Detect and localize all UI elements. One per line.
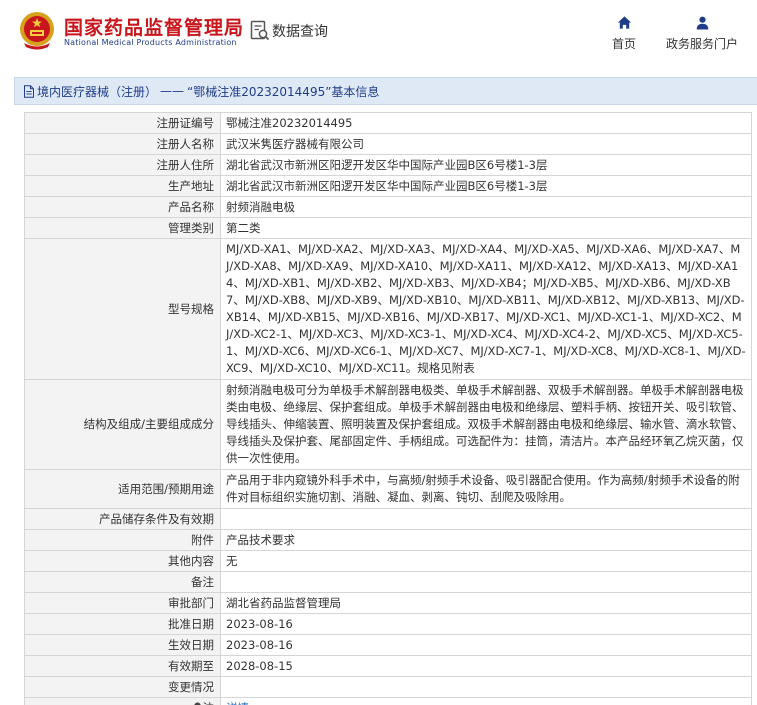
field-value [220,508,752,530]
field-value: 2023-08-16 [220,634,752,656]
field-value: 详情 [220,697,752,705]
field-value: 第二类 [220,217,752,239]
field-label: 审批部门 [24,592,221,614]
table-row: 批准日期 2023-08-16 [24,613,752,635]
table-row: 备注 [24,571,752,593]
site-header: 国家药品监督管理局 National Medical Products Admi… [0,0,757,70]
note-label: 注 [203,701,215,705]
table-row: 审批部门 湖北省药品监督管理局 [24,592,752,614]
field-value: 产品技术要求 [220,529,752,551]
field-label: 变更情况 [24,676,221,698]
table-row: 注册人名称 武汉米隽医疗器械有限公司 [24,133,752,155]
table-row: 适用范围/预期用途 产品用于非内窥镜外科手术中，与高频/射频手术设备、吸引器配合… [24,469,752,509]
table-row: 有效期至 2028-08-15 [24,655,752,677]
data-query-link[interactable]: 数据查询 [250,19,328,43]
field-value: 鄂械注准20232014495 [220,112,752,134]
field-value: 湖北省药品监督管理局 [220,592,752,614]
field-label: 附件 [24,529,221,551]
table-row: 附件 产品技术要求 [24,529,752,551]
table-row: 管理类别 第二类 [24,217,752,239]
field-value: 湖北省武汉市新洲区阳逻开发区华中国际产业园B区6号楼1-3层 [220,175,752,197]
nav-home[interactable]: 首页 [612,15,636,52]
breadcrumb-record-title: “鄂械注准20232014495”基本信息 [187,84,380,99]
field-value: 射频消融电极可分为单极手术解剖器电极类、单极手术解剖器、双极手术解剖器。单极手术… [220,379,752,470]
field-value: 无 [220,550,752,572]
nav-service-portal[interactable]: 政务服务门户 [666,15,738,52]
home-icon [617,16,631,29]
nav-service-label: 政务服务门户 [666,37,739,51]
field-label: 结构及组成/主要组成成分 [24,379,221,470]
table-row: 变更情况 [24,676,752,698]
field-label: 备注 [24,571,221,593]
field-label: 管理类别 [24,217,221,239]
field-label: 其他内容 [24,550,221,572]
table-row: 产品名称 射频消融电极 [24,196,752,218]
table-row: 注册人住所 湖北省武汉市新洲区阳逻开发区华中国际产业园B区6号楼1-3层 [24,154,752,176]
breadcrumb-section-link[interactable]: 境内医疗器械（注册） [37,83,157,100]
table-row: 结构及组成/主要组成成分 射频消融电极可分为单极手术解剖器电极类、单极手术解剖器… [24,379,752,470]
nav-home-label: 首页 [612,37,637,51]
field-label-note: 注 [24,697,221,705]
field-value [220,676,752,698]
breadcrumb: 境内医疗器械（注册） —— “鄂械注准20232014495”基本信息 [14,77,757,105]
field-value [220,571,752,593]
field-value: 2023-08-16 [220,613,752,635]
pin-icon [193,702,201,705]
field-value: 2028-08-15 [220,655,752,677]
table-row: 注 详情 [24,697,752,705]
table-row: 产品储存条件及有效期 [24,508,752,530]
field-label: 有效期至 [24,655,221,677]
field-value: 产品用于非内窥镜外科手术中，与高频/射频手术设备、吸引器配合使用。作为高频/射频… [220,469,752,509]
record-detail-table: 注册证编号 鄂械注准20232014495 注册人名称 武汉米隽医疗器械有限公司… [24,112,752,705]
user-icon [696,16,708,30]
field-label: 适用范围/预期用途 [24,469,221,509]
table-row: 生效日期 2023-08-16 [24,634,752,656]
field-label: 生效日期 [24,634,221,656]
table-row: 生产地址 湖北省武汉市新洲区阳逻开发区华中国际产业园B区6号楼1-3层 [24,175,752,197]
field-label: 生产地址 [24,175,221,197]
field-label: 产品储存条件及有效期 [24,508,221,530]
table-row: 型号规格 MJ/XD-XA1、MJ/XD-XA2、MJ/XD-XA3、MJ/XD… [24,238,752,380]
field-value: 湖北省武汉市新洲区阳逻开发区华中国际产业园B区6号楼1-3层 [220,154,752,176]
field-label: 型号规格 [24,238,221,380]
breadcrumb-separator: —— [160,84,185,98]
field-value: 射频消融电极 [220,196,752,218]
national-emblem-icon[interactable] [18,10,56,50]
search-document-icon [250,20,270,41]
field-label: 注册人名称 [24,133,221,155]
field-label: 注册证编号 [24,112,221,134]
site-title: 国家药品监督管理局 [64,17,245,39]
field-value: MJ/XD-XA1、MJ/XD-XA2、MJ/XD-XA3、MJ/XD-XA4、… [220,238,752,380]
document-icon [24,84,34,98]
field-value: 武汉米隽医疗器械有限公司 [220,133,752,155]
data-query-label: 数据查询 [272,24,328,40]
site-subtitle: National Medical Products Administration [64,38,237,47]
field-label: 批准日期 [24,613,221,635]
table-row: 其他内容 无 [24,550,752,572]
field-label: 注册人住所 [24,154,221,176]
field-label: 产品名称 [24,196,221,218]
details-link[interactable]: 详情 [226,701,249,705]
table-row: 注册证编号 鄂械注准20232014495 [24,112,752,134]
